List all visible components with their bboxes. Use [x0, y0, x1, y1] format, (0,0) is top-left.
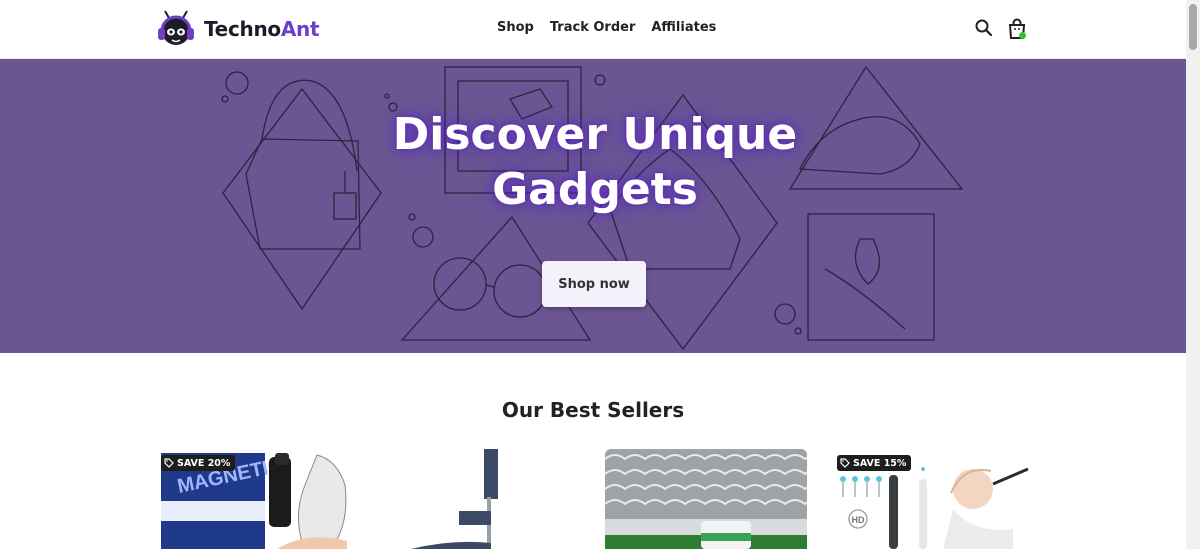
cart-indicator-dot [1019, 32, 1026, 39]
shop-now-button[interactable]: Shop now [542, 261, 646, 307]
ant-headphones-logo-icon [158, 10, 194, 45]
product-card[interactable] [605, 449, 807, 549]
site-header: TechnoAnt Shop Track Order Affiliates [0, 0, 1186, 59]
discount-badge-label: SAVE 20% [177, 457, 231, 469]
nav-item-affiliates[interactable]: Affiliates [651, 20, 716, 35]
brand-name-part2: Ant [280, 17, 320, 41]
product-card[interactable]: HD SAVE 15% [833, 449, 1035, 549]
main-nav: Shop Track Order Affiliates [497, 20, 716, 35]
discount-badge: SAVE 15% [837, 455, 912, 471]
best-sellers-title: Our Best Sellers [501, 398, 685, 422]
brand-name: TechnoAnt [204, 17, 320, 41]
hero-banner: Discover Unique Gadgets Shop now [0, 59, 1186, 353]
tag-icon [840, 458, 850, 468]
brand-name-part1: Techno [204, 17, 281, 41]
product-image [605, 449, 807, 549]
nav-item-shop[interactable]: Shop [497, 20, 534, 35]
product-card[interactable] [381, 449, 583, 549]
brand-logo[interactable]: TechnoAnt [156, 8, 320, 50]
product-card[interactable]: MAGNETIC SAVE 20% [157, 449, 359, 549]
scrollbar-thumb[interactable] [1189, 4, 1197, 50]
hd-label: HD [852, 515, 865, 525]
discount-badge-label: SAVE 15% [853, 457, 907, 469]
search-icon[interactable] [974, 18, 994, 38]
nav-item-track-order[interactable]: Track Order [550, 20, 636, 35]
discount-badge: SAVE 20% [161, 455, 236, 471]
tag-icon [164, 458, 174, 468]
page-scrollbar[interactable] [1186, 0, 1200, 549]
hero-title: Discover Unique Gadgets [392, 109, 798, 215]
product-image [411, 449, 498, 549]
